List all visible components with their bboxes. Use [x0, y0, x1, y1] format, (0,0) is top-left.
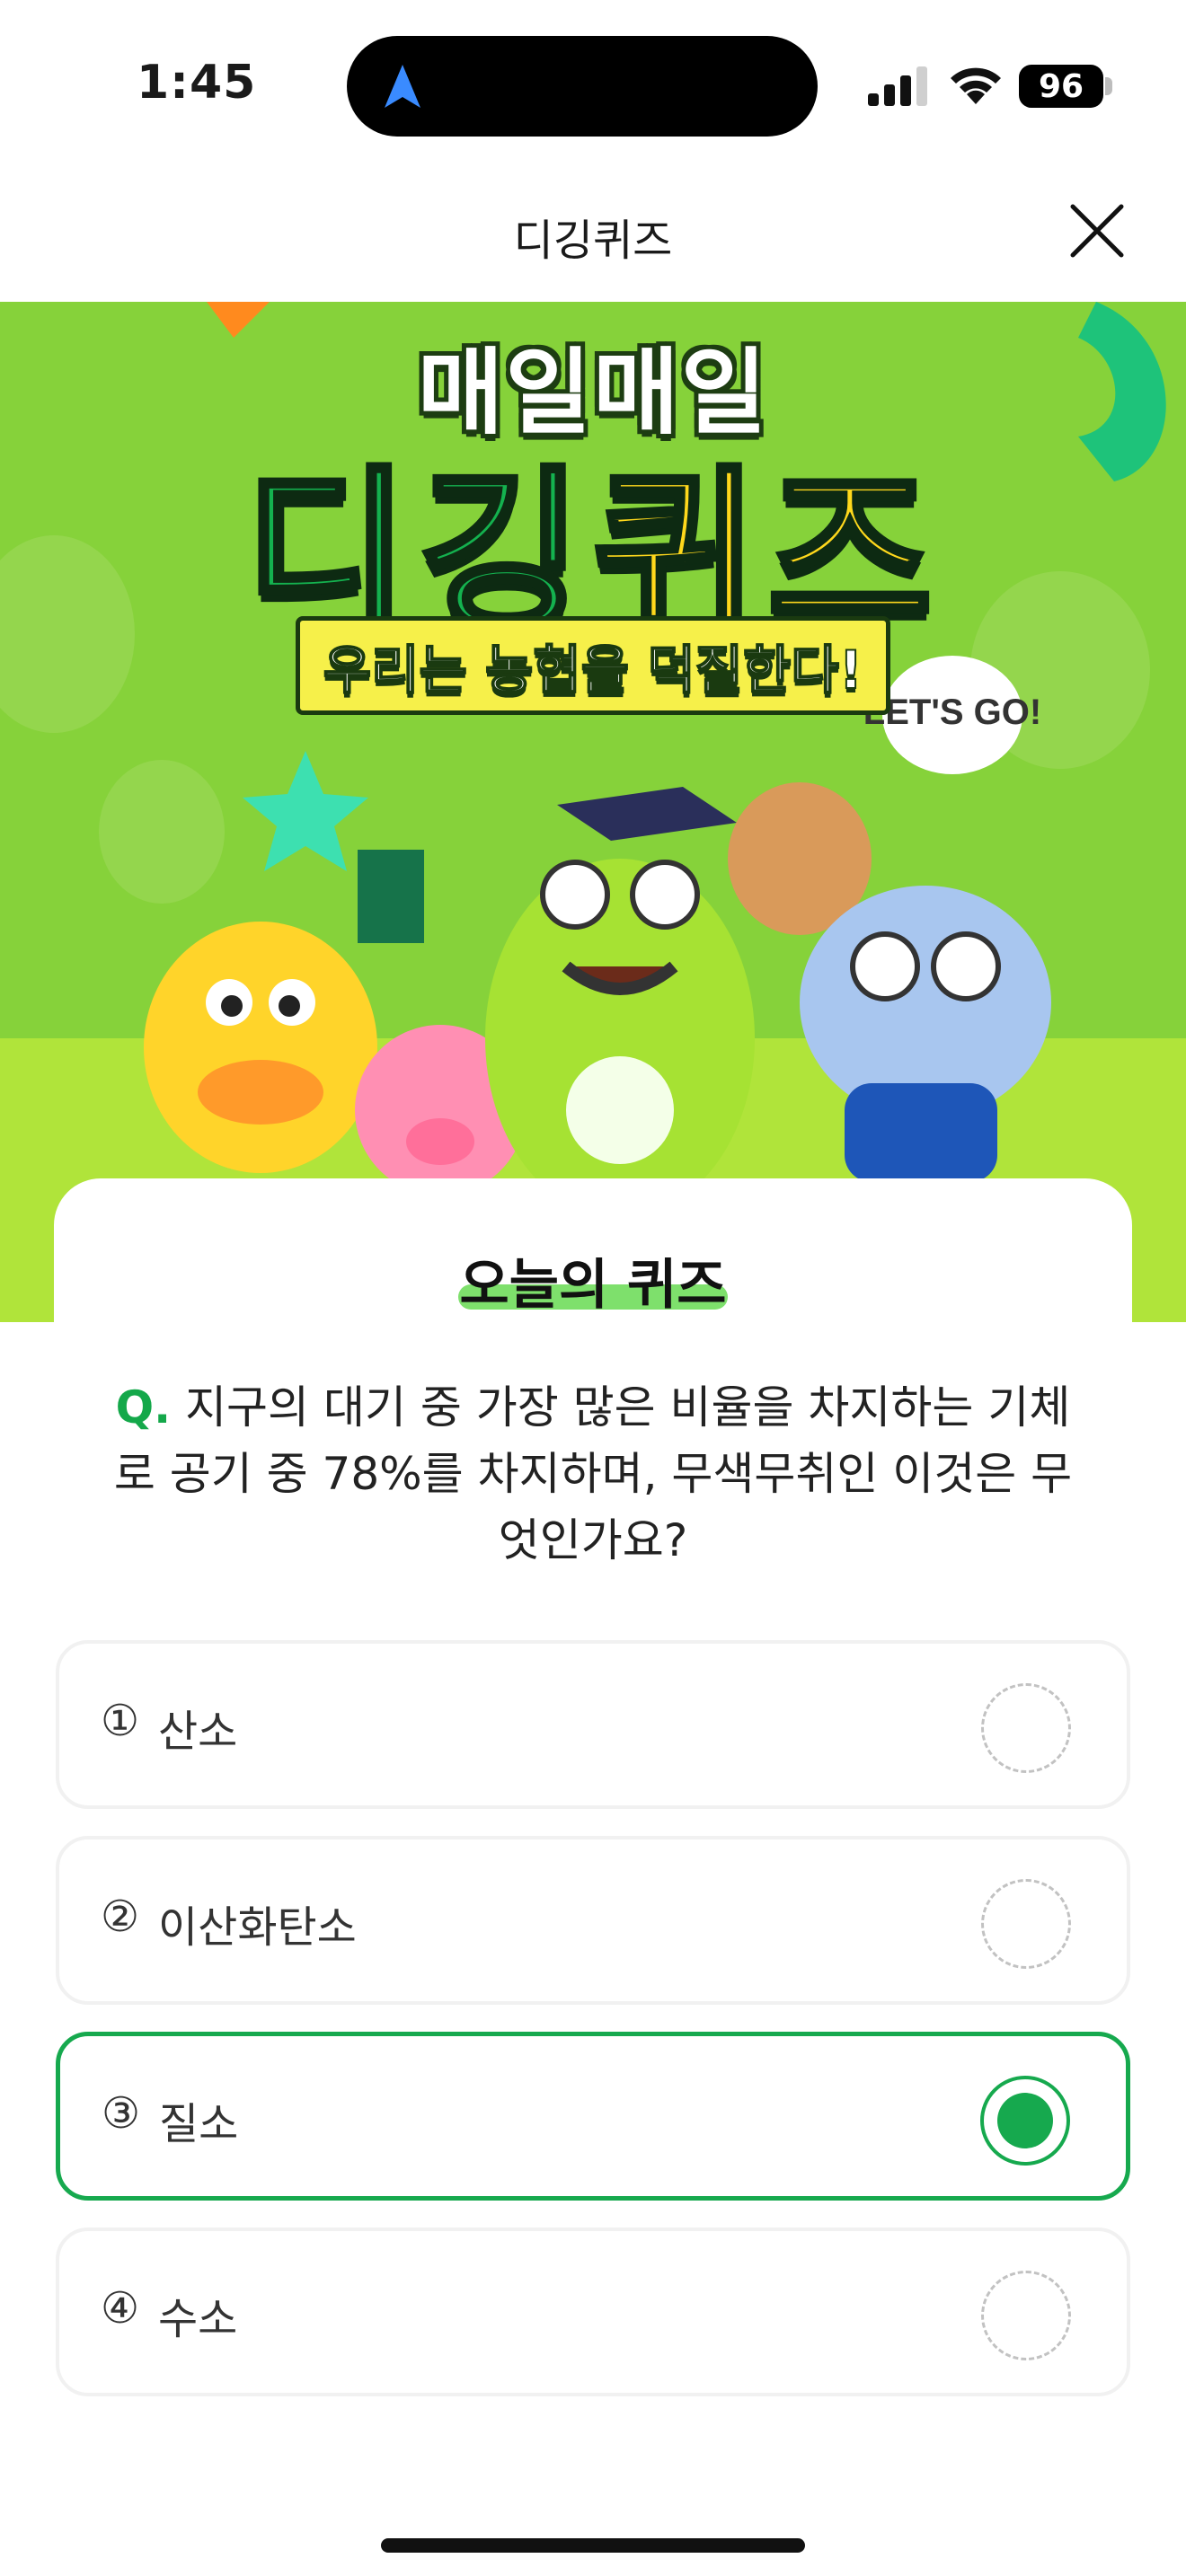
radio-button-icon[interactable]	[981, 1879, 1071, 1969]
option-number: ①	[101, 1696, 140, 1746]
dynamic-island	[347, 36, 818, 137]
answer-option-3[interactable]: ③ 질소	[56, 2032, 1130, 2201]
option-label: 질소	[159, 2099, 239, 2149]
answer-option-4[interactable]: ④ 수소	[56, 2228, 1130, 2396]
option-label: 산소	[158, 1707, 238, 1757]
option-number: ③	[102, 2088, 141, 2139]
battery-icon: 96	[1019, 65, 1103, 108]
hero-banner: LET'S GO! 매일매일 디깅퀴즈 우리는 농협을 덕질한다!	[0, 302, 1186, 1322]
radio-dot	[997, 2093, 1053, 2148]
wifi-icon	[951, 67, 1001, 104]
radio-button-icon[interactable]	[981, 2271, 1071, 2360]
question-prefix: Q.	[115, 1381, 172, 1434]
answer-option-1[interactable]: ① 산소	[56, 1640, 1130, 1809]
home-indicator[interactable]	[381, 2538, 805, 2553]
question-body: 지구의 대기 중 가장 많은 비율을 차지하는 기체로 공기 중 78%를 차지…	[113, 1381, 1073, 1566]
radio-button-icon[interactable]	[981, 1683, 1071, 1773]
question-text: Q. 지구의 대기 중 가장 많은 비율을 차지하는 기체로 공기 중 78%를…	[108, 1374, 1078, 1574]
battery-tip	[1105, 77, 1112, 95]
close-icon[interactable]	[1069, 203, 1125, 259]
page-header: 디깅퀴즈	[0, 162, 1186, 302]
status-time: 1:45	[137, 56, 257, 110]
answer-option-2[interactable]: ② 이산화탄소	[56, 1836, 1130, 2005]
option-number: ④	[101, 2283, 140, 2333]
option-number: ②	[101, 1892, 140, 1942]
option-label: 수소	[158, 2294, 238, 2344]
option-label: 이산화탄소	[158, 1902, 357, 1953]
status-bar: 1:45 96	[0, 0, 1186, 162]
navigation-arrow-icon	[385, 65, 420, 108]
radio-selected-icon[interactable]	[980, 2076, 1070, 2166]
page-title: 디깅퀴즈	[513, 216, 673, 266]
cell-signal-icon	[868, 66, 927, 106]
quiz-heading: 오늘의 퀴즈	[459, 1254, 727, 1317]
banner-slogan-text: 우리는 농협을 덕질한다!	[295, 616, 891, 715]
banner-slogan: 우리는 농협을 덕질한다!	[0, 616, 1186, 715]
